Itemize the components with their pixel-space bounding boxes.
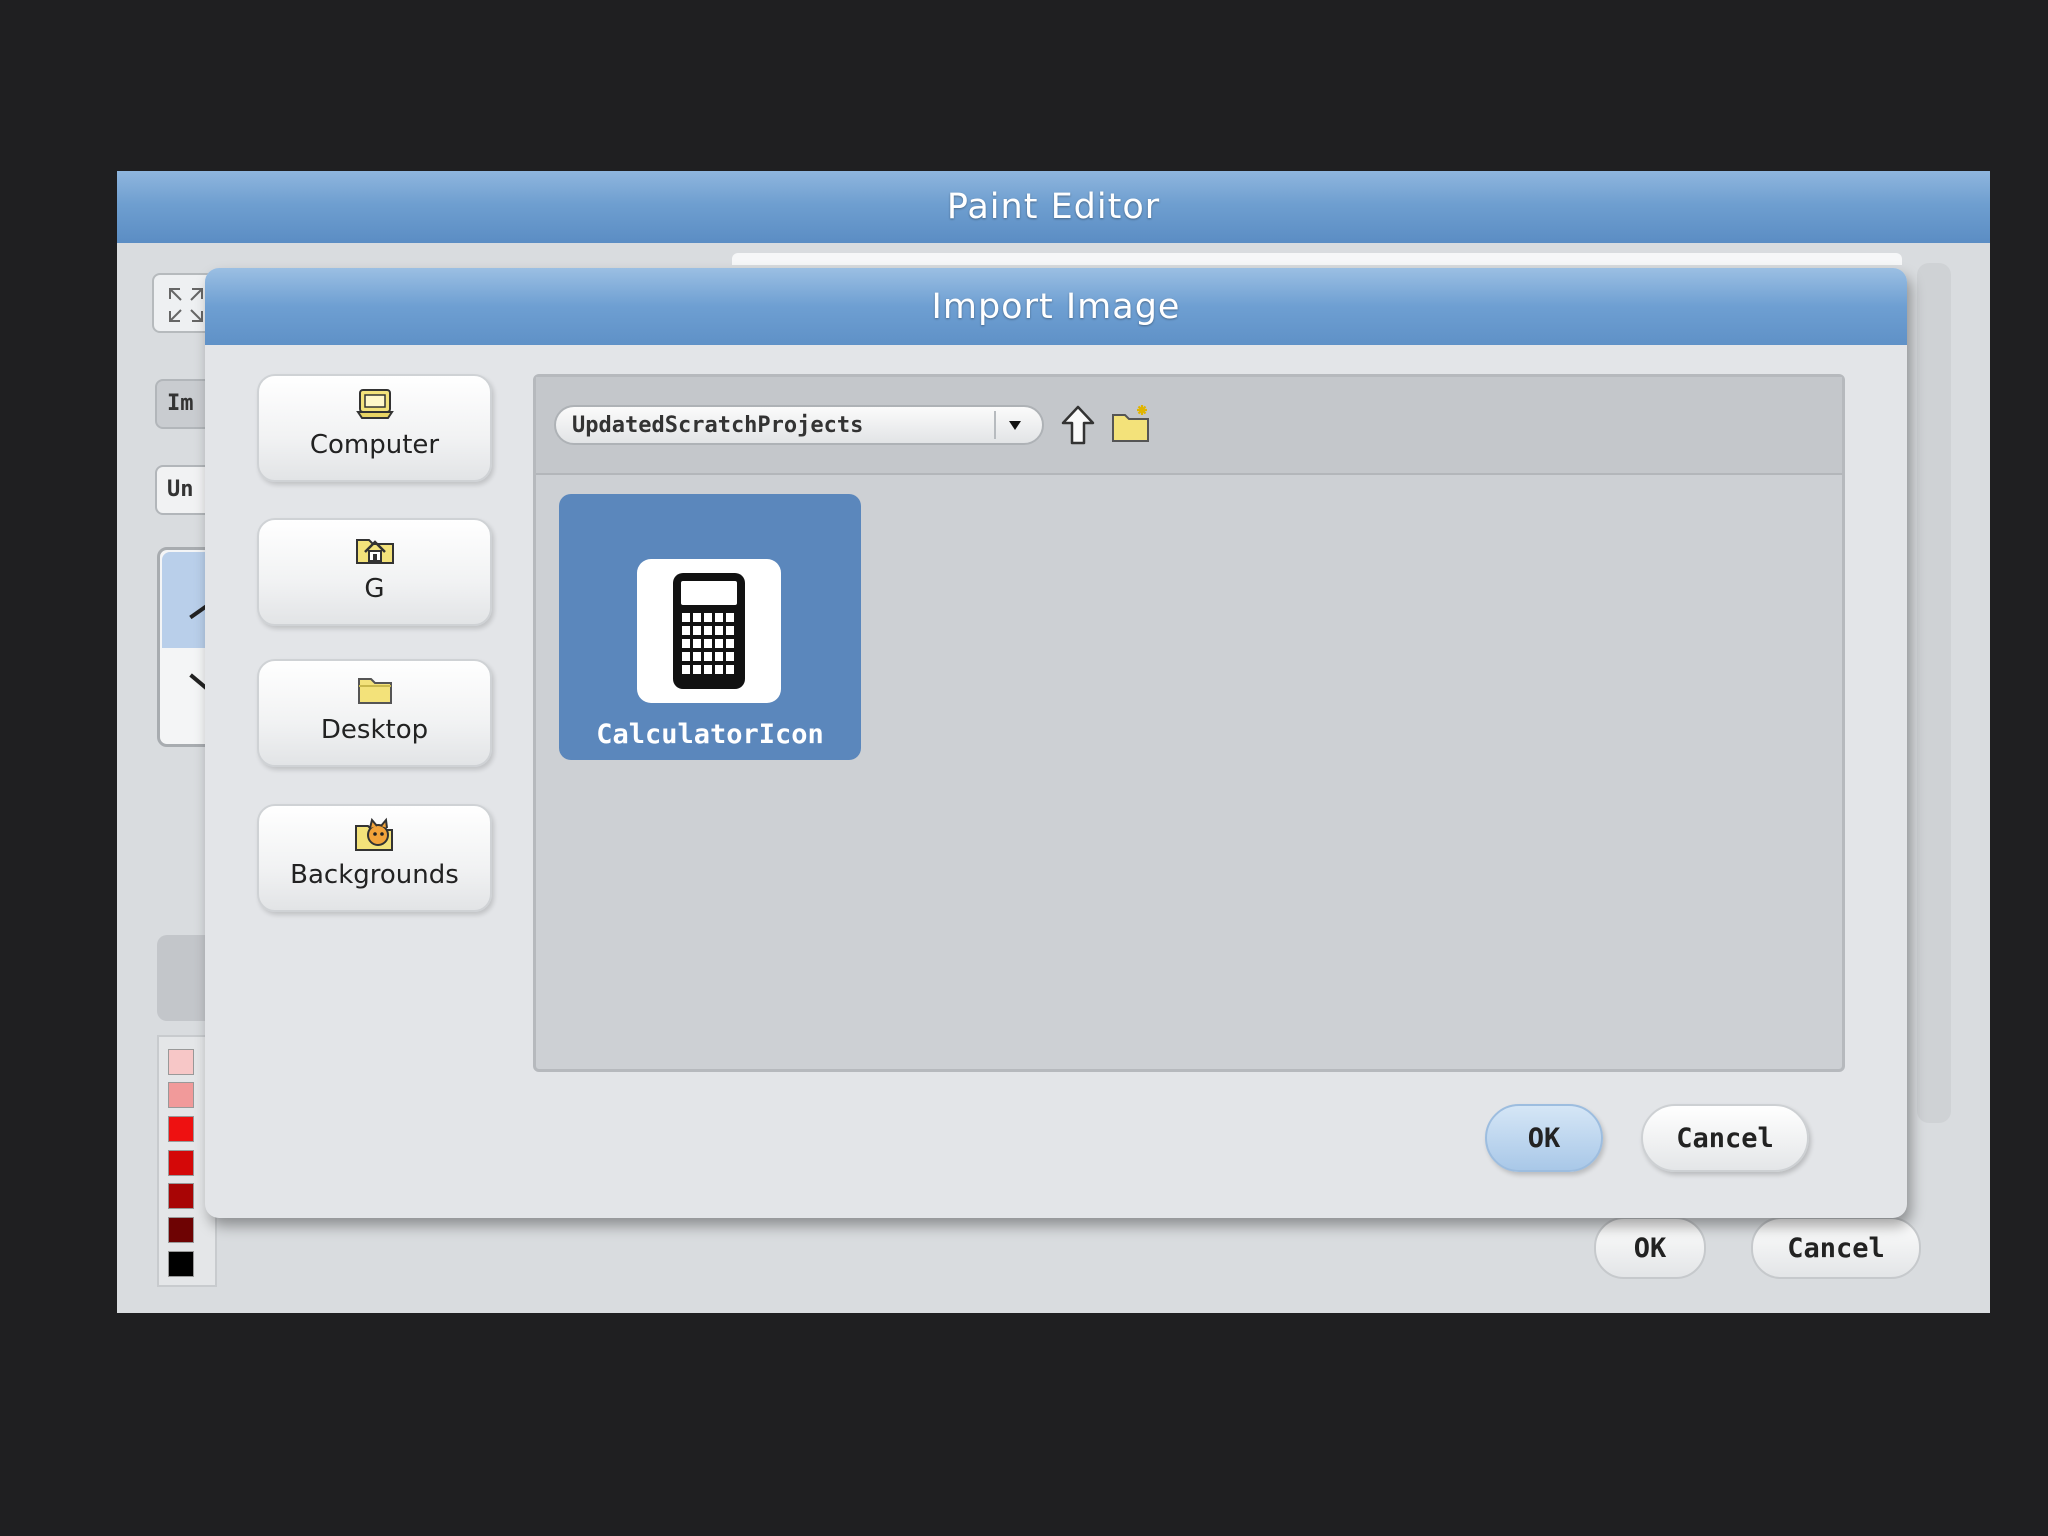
up-arrow-icon [1061, 405, 1095, 445]
calculator-icon [673, 573, 745, 689]
import-dialog-title-bar[interactable]: Import Image [205, 268, 1907, 345]
scratch-cat-folder-icon [354, 817, 393, 851]
current-folder-name: UpdatedScratchProjects [572, 413, 864, 438]
place-computer-button[interactable]: Computer [257, 374, 492, 482]
paint-import-label: Im [167, 391, 194, 416]
palette-swatch[interactable] [168, 1217, 194, 1243]
import-dialog-title: Import Image [931, 286, 1181, 327]
palette-swatch[interactable] [168, 1049, 194, 1075]
ok-button[interactable]: OK [1485, 1104, 1603, 1172]
palette-swatch[interactable] [168, 1183, 194, 1209]
paint-canvas-edge [732, 253, 1902, 265]
place-label: G [364, 574, 385, 604]
new-folder-button[interactable] [1110, 403, 1152, 445]
paint-editor-title-bar[interactable]: Paint Editor [117, 171, 1990, 243]
chevron-down-icon [994, 411, 1034, 439]
palette-swatch[interactable] [168, 1116, 194, 1142]
import-image-dialog: Import Image Computer G Desktop Backgrou… [205, 268, 1907, 1218]
cancel-button[interactable]: Cancel [1641, 1104, 1809, 1172]
file-browser-toolbar: UpdatedScratchProjects [536, 377, 1842, 475]
paint-scrollbar[interactable] [1917, 263, 1951, 1123]
place-desktop-button[interactable]: Desktop [257, 659, 492, 767]
paint-cancel-button[interactable]: Cancel [1751, 1217, 1921, 1279]
file-browser: UpdatedScratchProjects CalculatorIcon [533, 374, 1845, 1072]
paint-ok-label: OK [1633, 1232, 1667, 1264]
paint-ok-button[interactable]: OK [1594, 1217, 1706, 1279]
file-name: CalculatorIcon [596, 719, 824, 750]
place-backgrounds-button[interactable]: Backgrounds [257, 804, 492, 912]
place-label: Desktop [320, 715, 429, 745]
paint-undo-label: Un [167, 477, 194, 502]
palette-swatch[interactable] [168, 1150, 194, 1176]
file-thumbnail [637, 559, 781, 703]
paint-editor-title: Paint Editor [946, 187, 1161, 227]
folder-icon [357, 678, 392, 704]
palette-swatch[interactable] [168, 1251, 194, 1277]
home-folder-icon [355, 539, 394, 564]
palette-swatch[interactable] [168, 1082, 194, 1108]
folder-path-dropdown[interactable]: UpdatedScratchProjects [554, 405, 1044, 445]
paint-cancel-label: Cancel [1787, 1232, 1885, 1264]
cancel-label: Cancel [1676, 1122, 1774, 1154]
place-home-button[interactable]: G [257, 518, 492, 626]
ok-label: OK [1527, 1122, 1561, 1154]
place-label: Backgrounds [290, 860, 459, 890]
new-folder-icon [1112, 405, 1149, 442]
computer-icon [355, 389, 394, 419]
expand-icon [169, 288, 203, 322]
file-item-calculatoricon[interactable]: CalculatorIcon [559, 494, 861, 760]
parent-folder-button[interactable] [1060, 403, 1096, 447]
place-label: Computer [309, 430, 440, 460]
